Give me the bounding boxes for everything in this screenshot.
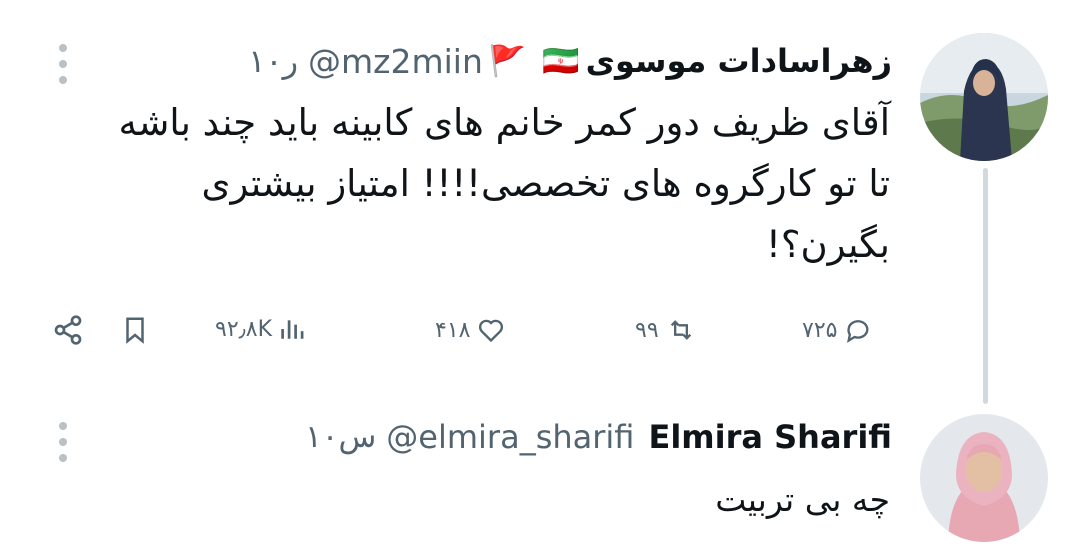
avatar[interactable] [920,414,1048,542]
tweet-text-line: تا تو کارگروه های تخصصی!!!! امتیاز بیشتر… [201,162,890,205]
tweet-header: Elmira Sharifi @elmira_sharifi ۱۰س [305,414,892,460]
author-handle[interactable]: @mz2miin [308,42,483,81]
heart-icon [479,319,504,343]
author-name[interactable]: Elmira Sharifi [648,418,892,456]
timestamp[interactable]: ۱۰س [305,419,376,455]
reply-count: ۷۲۵ [802,317,838,343]
avatar-image [920,414,1048,542]
bookmark-button[interactable] [120,314,150,346]
thread-connector-line [983,168,988,404]
tweet-text: چه بی تربیت [715,480,890,519]
views-icon [281,320,304,339]
retweet-icon [670,320,691,340]
tweet-text-line: آقای ظریف دور کمر خانم های کابینه باید چ… [118,101,890,144]
author-handle[interactable]: @elmira_sharifi [386,418,634,456]
more-vertical-icon[interactable] [57,44,69,84]
share-icon [54,315,82,345]
avatar[interactable] [920,33,1048,161]
reply-icon [847,320,869,343]
author-name[interactable]: زهراسادات موسوی [586,42,892,80]
tweet-text: آقای ظریف دور کمر خانم های کابینه باید چ… [30,92,890,275]
reply-button[interactable]: ۷۲۵ [802,316,873,344]
share-button[interactable] [52,314,84,346]
like-count: ۴۱۸ [435,317,471,343]
views-count: ۹۲٫۸K [215,316,273,342]
tweet-header: زهراسادات موسوی 🇮🇷 🚩 @mz2miin ۱۰ر [248,38,892,84]
bookmark-icon [126,317,144,344]
views-button[interactable]: ۹۲٫۸K [215,316,304,342]
timestamp[interactable]: ۱۰ر [248,42,298,80]
retweet-count: ۹۹ [635,317,659,343]
retweet-button[interactable]: ۹۹ [635,316,697,344]
avatar-image [920,33,1048,161]
tweet-thread: زهراسادات موسوی 🇮🇷 🚩 @mz2miin ۱۰ر آقای ظ… [0,0,1080,553]
tweet-text-line: بگیرن؟! [766,223,890,266]
red-flag-emoji: 🚩 [488,43,527,79]
more-vertical-icon[interactable] [57,422,69,462]
tweet-action-bar: ۹۲٫۸K ۴۱۸ ۹۹ ۷۲۵ [40,308,900,352]
iran-flag-emoji: 🇮🇷 [542,43,580,79]
like-button[interactable]: ۴۱۸ [435,316,506,344]
